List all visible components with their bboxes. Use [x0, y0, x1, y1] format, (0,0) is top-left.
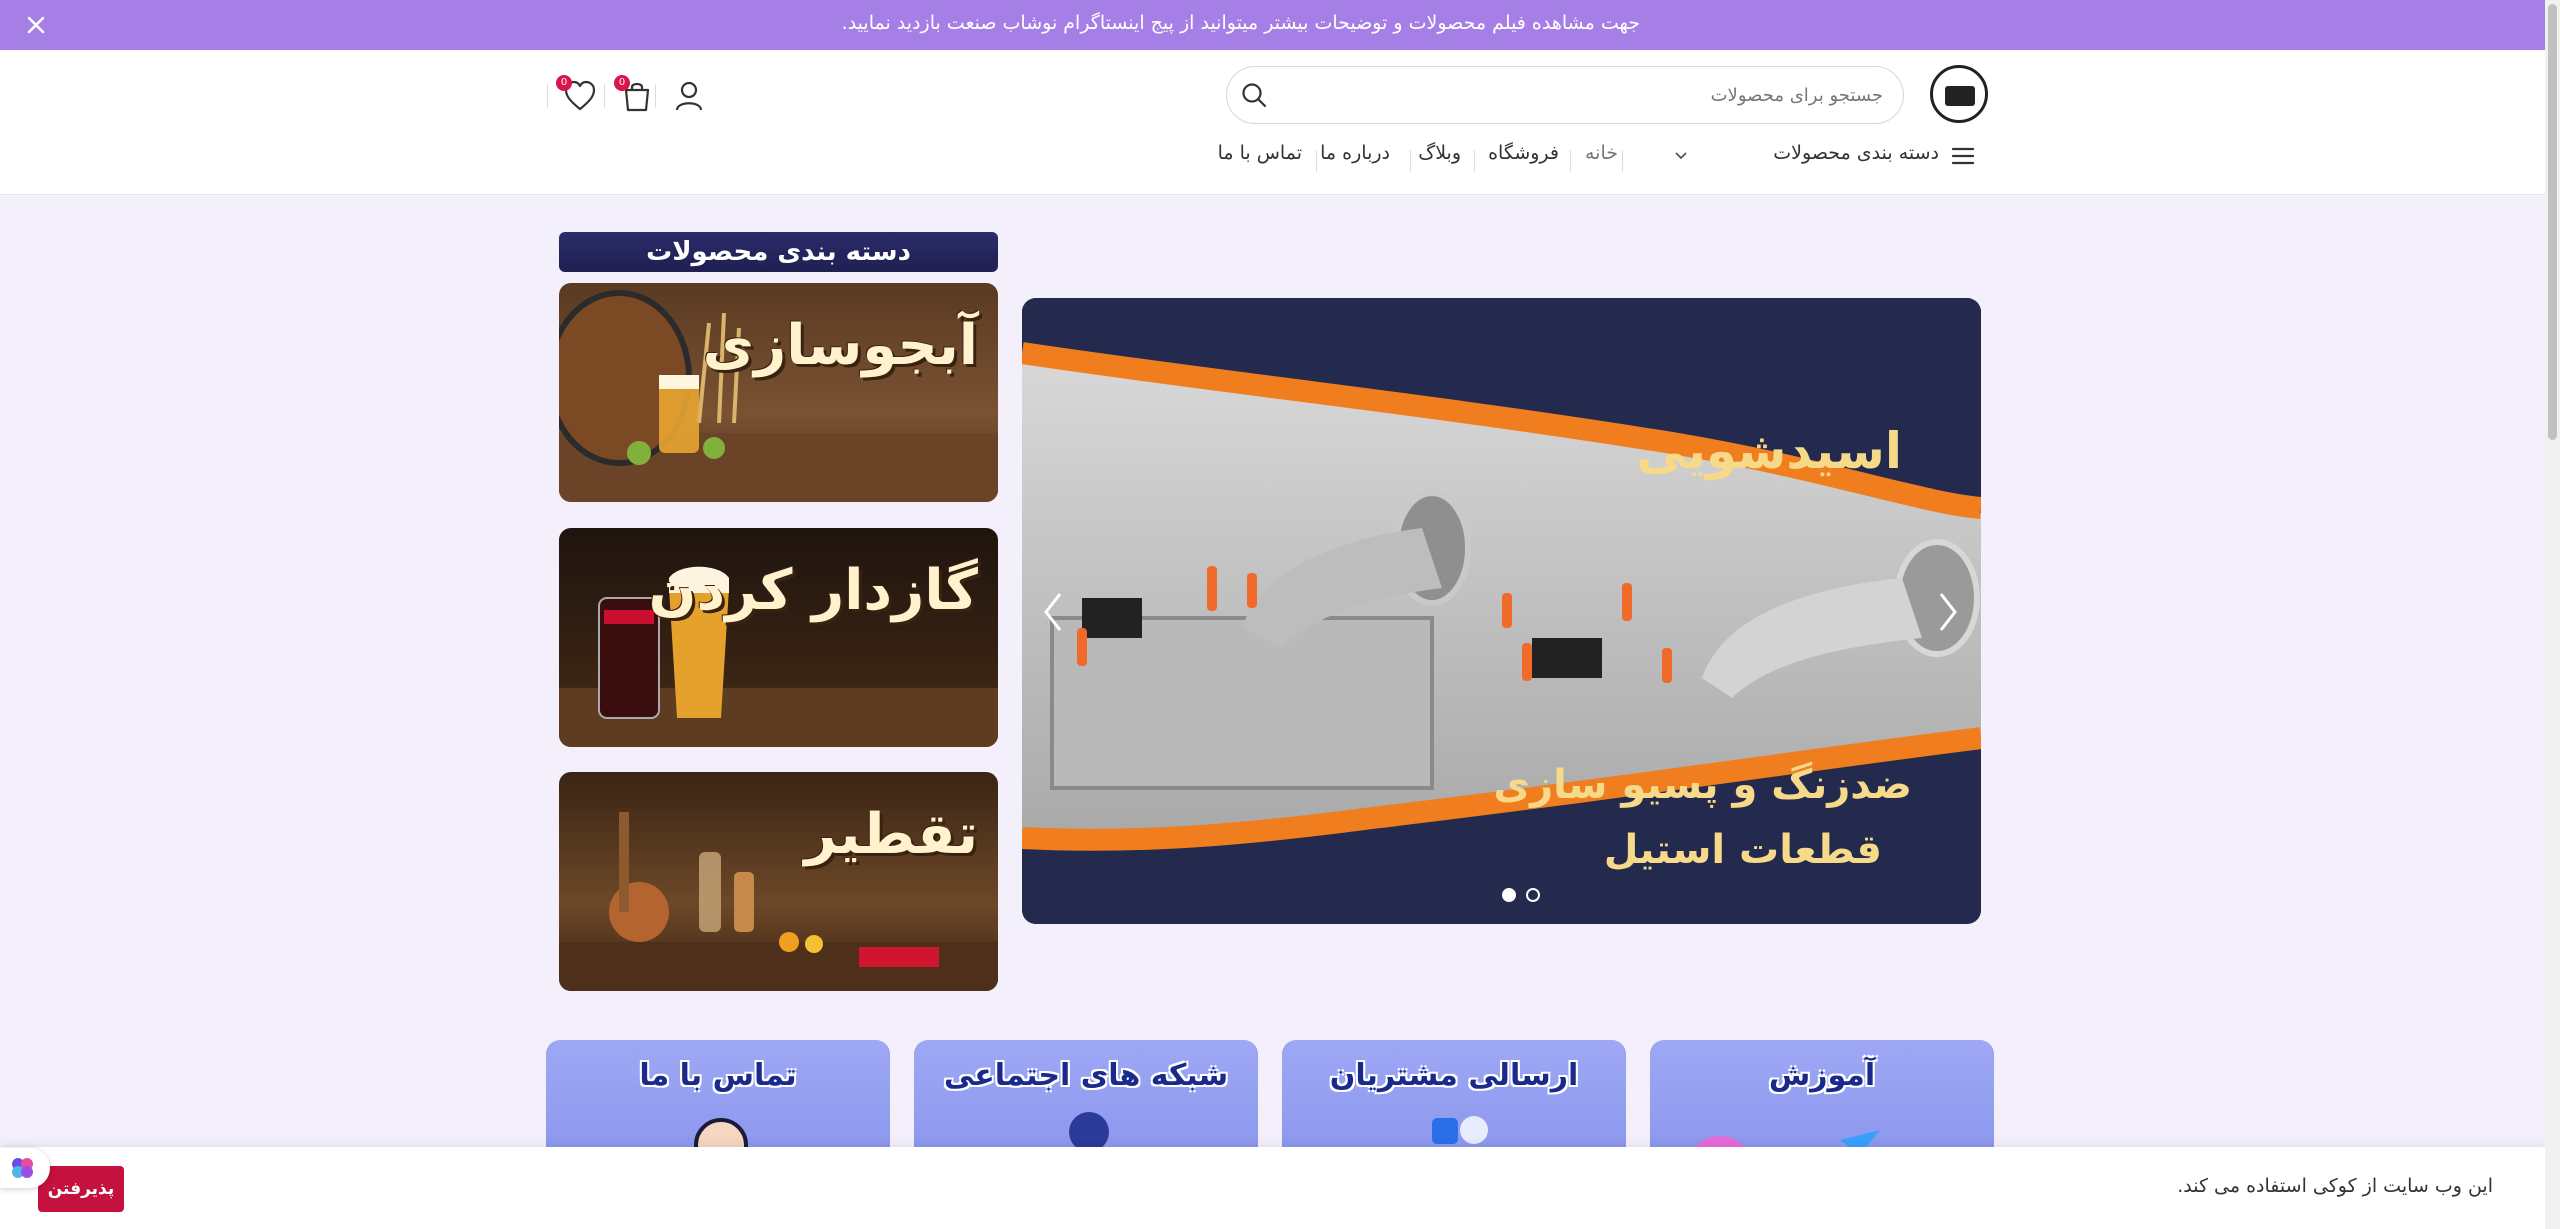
site-header: 0 0 دسته بندی محصولات خانه فروشگاه وبلاگ…: [0, 50, 2545, 195]
header-divider: [604, 84, 605, 108]
feature-title: شبکه های اجتماعی: [943, 1058, 1229, 1093]
feature-title: ارسالی مشتریان: [1329, 1058, 1579, 1093]
accept-cookies-button[interactable]: پذیرفتن: [38, 1166, 124, 1212]
categories-title: دسته بندی محصولات: [559, 232, 998, 272]
slide-subline-2: قطعات استیل: [1604, 827, 1882, 873]
category-label: آبجوسازی: [702, 313, 978, 378]
nav-item-shop[interactable]: فروشگاه: [1488, 142, 1559, 164]
nav-item-blog[interactable]: وبلاگ: [1418, 142, 1461, 164]
user-icon[interactable]: [671, 78, 707, 114]
feature-title: تماس با ما: [639, 1058, 797, 1093]
slider-dot-2[interactable]: [1526, 888, 1540, 902]
hero-slider[interactable]: اسیدشویی ضدزنگ و پسیو سازی قطعات استیل: [1022, 298, 1981, 924]
search-box: [1226, 66, 1904, 124]
nav-divider: [1316, 150, 1317, 172]
slide-artwork: اسیدشویی ضدزنگ و پسیو سازی قطعات استیل: [1022, 298, 1981, 924]
site-logo[interactable]: [1930, 65, 1988, 123]
nav-divider: [1474, 150, 1475, 172]
cookie-text: این وب سایت از کوکی استفاده می کند.: [2177, 1175, 2493, 1197]
category-card-distillation[interactable]: تقطیر: [559, 772, 998, 991]
slide-subline-1: ضدزنگ و پسیو سازی: [1493, 761, 1912, 808]
header-divider: [547, 84, 548, 108]
category-label: گازدار کردن: [648, 558, 978, 623]
category-card-brewing[interactable]: آبجوسازی: [559, 283, 998, 502]
cart-count-badge: 0: [614, 75, 630, 91]
header-divider: [655, 84, 656, 108]
close-icon[interactable]: [22, 11, 50, 39]
nav-divider: [1570, 150, 1571, 172]
accessibility-widget[interactable]: [0, 1148, 50, 1188]
categories-menu[interactable]: دسته بندی محصولات: [1773, 142, 1939, 164]
slider-prev-arrow[interactable]: [1036, 588, 1070, 636]
cookie-bar: این وب سایت از کوکی استفاده می کند. پذیر…: [0, 1147, 2545, 1229]
nav-item-home[interactable]: خانه: [1585, 142, 1618, 164]
category-label: تقطیر: [804, 802, 978, 867]
wishlist-count-badge: 0: [556, 75, 572, 91]
slide-headline: اسیدشویی: [1637, 422, 1902, 481]
search-icon[interactable]: [1239, 80, 1269, 110]
promo-text: جهت مشاهده فیلم محصولات و توضیحات بیشتر …: [841, 12, 1640, 34]
scrollbar-thumb[interactable]: [2548, 4, 2557, 440]
chevron-down-icon[interactable]: [1673, 148, 1689, 164]
main-nav: دسته بندی محصولات خانه فروشگاه وبلاگ درب…: [0, 142, 2545, 182]
nav-item-contact[interactable]: تماس با ما: [1218, 142, 1302, 164]
nav-divider: [1410, 150, 1411, 172]
feature-title: آموزش: [1768, 1058, 1876, 1093]
promo-bar: جهت مشاهده فیلم محصولات و توضیحات بیشتر …: [0, 0, 2545, 50]
nav-divider: [1622, 150, 1623, 172]
slider-next-arrow[interactable]: [1931, 588, 1965, 636]
nav-item-about[interactable]: درباره ما: [1320, 142, 1390, 164]
search-input[interactable]: [1323, 77, 1883, 113]
category-card-carbonation[interactable]: گازدار کردن: [559, 528, 998, 747]
slider-dot-1[interactable]: [1502, 888, 1516, 902]
brain-icon: [12, 1158, 33, 1178]
menu-icon[interactable]: [1951, 144, 1975, 168]
page-scrollbar[interactable]: [2545, 0, 2560, 1229]
